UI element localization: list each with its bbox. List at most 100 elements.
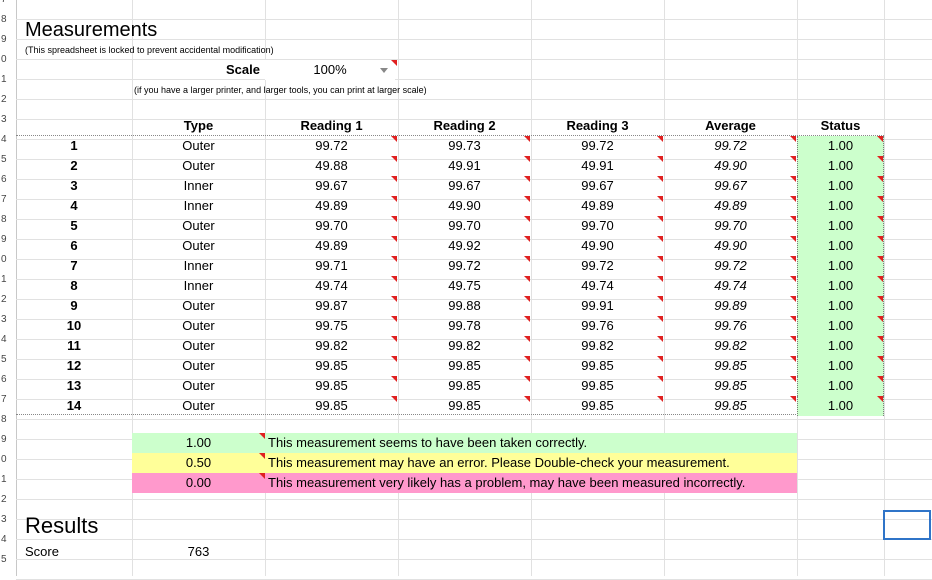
- row-number: 6: [1, 374, 7, 385]
- reading-1-cell[interactable]: 99.72: [265, 136, 398, 156]
- status-cell: 1.00: [797, 396, 884, 416]
- reading-2-cell[interactable]: 99.72: [398, 256, 531, 276]
- comment-marker-icon: [877, 336, 883, 342]
- column-header-type: Type: [183, 118, 214, 133]
- reading-2-cell[interactable]: 99.88: [398, 296, 531, 316]
- comment-marker-icon: [524, 296, 530, 302]
- chevron-down-icon[interactable]: [380, 68, 388, 73]
- row-number: 3: [1, 114, 7, 125]
- reading-1-cell[interactable]: 99.82: [265, 336, 398, 356]
- status-cell: 1.00: [797, 216, 884, 236]
- reading-3-cell[interactable]: 99.70: [531, 216, 664, 236]
- legend-value: 0.00: [132, 473, 265, 493]
- results-title: Results: [25, 513, 99, 538]
- reading-3-cell[interactable]: 99.72: [531, 136, 664, 156]
- row-index: 3: [70, 178, 78, 193]
- reading-3-cell[interactable]: 99.85: [531, 356, 664, 376]
- row-number: 4: [1, 534, 7, 545]
- reading-2-cell[interactable]: 99.73: [398, 136, 531, 156]
- column-header-reading-1: Reading 1: [300, 118, 363, 133]
- reading-2-cell[interactable]: 99.70: [398, 216, 531, 236]
- type-cell: Outer: [182, 398, 215, 413]
- comment-marker-icon: [657, 136, 663, 142]
- reading-1-cell[interactable]: 99.67: [265, 176, 398, 196]
- average-cell: 99.72: [714, 258, 747, 273]
- reading-3-cell[interactable]: 99.76: [531, 316, 664, 336]
- type-cell: Inner: [183, 178, 214, 193]
- reading-1-cell[interactable]: 99.85: [265, 356, 398, 376]
- type-cell: Inner: [183, 278, 214, 293]
- reading-3-cell[interactable]: 99.85: [531, 376, 664, 396]
- reading-1-cell[interactable]: 99.85: [265, 396, 398, 416]
- reading-3-cell[interactable]: 99.72: [531, 256, 664, 276]
- reading-1-cell[interactable]: 99.75: [265, 316, 398, 336]
- reading-2-cell[interactable]: 49.92: [398, 236, 531, 256]
- reading-3-cell[interactable]: 49.91: [531, 156, 664, 176]
- reading-2-cell[interactable]: 99.85: [398, 356, 531, 376]
- reading-1-cell[interactable]: 99.70: [265, 216, 398, 236]
- reading-2-cell[interactable]: 99.67: [398, 176, 531, 196]
- comment-marker-icon: [877, 256, 883, 262]
- reading-3-cell[interactable]: 49.89: [531, 196, 664, 216]
- reading-1-cell[interactable]: 99.87: [265, 296, 398, 316]
- reading-1-cell[interactable]: 99.85: [265, 376, 398, 396]
- lock-note: (This spreadsheet is locked to prevent a…: [25, 45, 274, 55]
- type-cell: Outer: [182, 238, 215, 253]
- row-index: 6: [70, 238, 78, 253]
- row-number: 7: [1, 194, 7, 205]
- scale-select[interactable]: 100%: [265, 60, 395, 80]
- reading-2-cell[interactable]: 99.82: [398, 336, 531, 356]
- average-cell: 99.89: [714, 298, 747, 313]
- comment-marker-icon: [790, 216, 796, 222]
- reading-3-cell[interactable]: 99.82: [531, 336, 664, 356]
- comment-marker-icon: [391, 396, 397, 402]
- reading-3-cell[interactable]: 99.91: [531, 296, 664, 316]
- type-cell: Outer: [182, 298, 215, 313]
- comment-marker-icon: [259, 473, 265, 479]
- reading-2-cell[interactable]: 49.91: [398, 156, 531, 176]
- comment-marker-icon: [524, 176, 530, 182]
- row-number: 2: [1, 494, 7, 505]
- comment-marker-icon: [877, 376, 883, 382]
- comment-marker-icon: [657, 336, 663, 342]
- row-number: 8: [1, 414, 7, 425]
- reading-1-cell[interactable]: 49.88: [265, 156, 398, 176]
- status-cell: 1.00: [797, 136, 884, 156]
- reading-2-cell[interactable]: 49.75: [398, 276, 531, 296]
- comment-marker-icon: [524, 336, 530, 342]
- reading-3-cell[interactable]: 49.90: [531, 236, 664, 256]
- reading-1-cell[interactable]: 49.74: [265, 276, 398, 296]
- reading-3-cell[interactable]: 49.74: [531, 276, 664, 296]
- row-index: 11: [67, 338, 81, 353]
- status-cell: 1.00: [797, 336, 884, 356]
- column-header-reading-3: Reading 3: [566, 118, 629, 133]
- comment-marker-icon: [524, 196, 530, 202]
- reading-1-cell[interactable]: 99.71: [265, 256, 398, 276]
- reading-2-cell[interactable]: 99.78: [398, 316, 531, 336]
- reading-1-cell[interactable]: 49.89: [265, 236, 398, 256]
- reading-2-cell[interactable]: 49.90: [398, 196, 531, 216]
- reading-3-cell[interactable]: 99.67: [531, 176, 664, 196]
- selected-cell[interactable]: [883, 510, 931, 540]
- status-cell: 1.00: [797, 156, 884, 176]
- reading-1-cell[interactable]: 49.89: [265, 196, 398, 216]
- status-cell: 1.00: [797, 276, 884, 296]
- comment-marker-icon: [790, 136, 796, 142]
- row-number: 2: [1, 294, 7, 305]
- comment-marker-icon: [524, 376, 530, 382]
- average-cell: 49.90: [714, 238, 747, 253]
- reading-2-cell[interactable]: 99.85: [398, 396, 531, 416]
- row-number: 9: [1, 234, 7, 245]
- comment-marker-icon: [877, 356, 883, 362]
- reading-3-cell[interactable]: 99.85: [531, 396, 664, 416]
- row-number: 7: [1, 394, 7, 405]
- legend-description: This measurement very likely has a probl…: [265, 473, 797, 493]
- comment-marker-icon: [657, 276, 663, 282]
- average-cell: 99.76: [714, 318, 747, 333]
- scale-label: Scale: [226, 62, 260, 77]
- legend-description: This measurement seems to have been take…: [265, 433, 797, 453]
- status-cell: 1.00: [797, 356, 884, 376]
- reading-2-cell[interactable]: 99.85: [398, 376, 531, 396]
- comment-marker-icon: [657, 316, 663, 322]
- type-cell: Outer: [182, 358, 215, 373]
